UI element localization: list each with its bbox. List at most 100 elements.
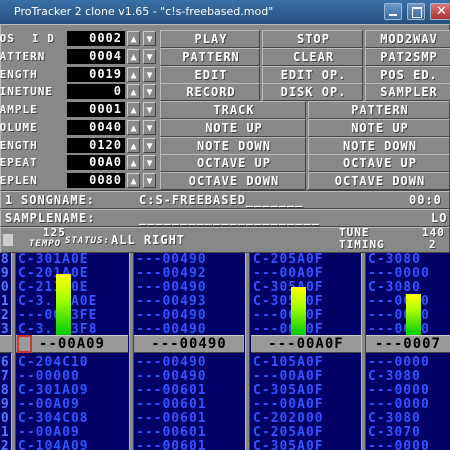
lo-label: LO [431, 211, 448, 225]
pattern-cell[interactable]: ---0000 [368, 356, 430, 370]
arrow-down-icon[interactable]: ▼ [143, 31, 156, 46]
arrow-down-icon[interactable]: ▼ [143, 155, 156, 170]
pattern-cell[interactable]: ---00493 [136, 295, 207, 309]
main-button[interactable]: CLEAR [262, 48, 363, 66]
arrow-up-icon[interactable]: ▲ [127, 49, 140, 64]
pattern-cell[interactable]: ---00490 [136, 253, 207, 267]
pattern-cell[interactable]: C-205A0F [253, 426, 324, 440]
pattern-cell[interactable]: C-301A0E [18, 253, 89, 267]
main-button[interactable]: SAMPLER [365, 83, 450, 101]
arrow-up-icon[interactable]: ▲ [127, 102, 140, 117]
main-button[interactable]: EDIT [160, 66, 260, 84]
pattern-cell[interactable]: C-201A0E [18, 267, 89, 281]
pattern-cell[interactable]: C-202000 [253, 412, 324, 426]
pattern-op-button[interactable]: OCTAVE DOWN [308, 172, 450, 190]
pattern-cell[interactable]: C-305A0F [253, 281, 324, 295]
main-button[interactable]: PATTERN [160, 48, 260, 66]
pattern-cell[interactable]: ---00492 [136, 267, 207, 281]
row-number: 41 [0, 425, 10, 440]
pattern-cell[interactable]: ---00601 [136, 440, 207, 450]
pattern-cell[interactable]: C-301A09 [18, 384, 89, 398]
arrow-down-icon[interactable]: ▼ [143, 138, 156, 153]
arrow-down-icon[interactable]: ▼ [143, 84, 156, 99]
pattern-cell[interactable]: ---00A0F [253, 370, 324, 384]
arrow-down-icon[interactable]: ▼ [143, 102, 156, 117]
pattern-cell[interactable]: --00A09 [18, 398, 80, 412]
main-button[interactable]: MOD2WAV [365, 30, 450, 48]
left-row-value: 0120 [67, 138, 125, 153]
pattern-cell[interactable]: ---00A0F [253, 398, 324, 412]
pattern-cell[interactable]: ---0000 [368, 440, 430, 450]
pattern-cell[interactable]: --00000 [18, 370, 80, 384]
cursor-row-ch2[interactable]: ---00490 [134, 335, 244, 353]
pattern-cell[interactable]: --00A09 [18, 426, 80, 440]
arrow-down-icon[interactable]: ▼ [143, 173, 156, 188]
pattern-cell[interactable]: C-204C10 [18, 356, 89, 370]
pattern-op-button[interactable]: NOTE UP [308, 119, 450, 137]
songname-value[interactable]: C:S-FREEBASED_______ [139, 192, 304, 208]
main-button[interactable]: POS ED. [365, 66, 450, 84]
arrow-up-icon[interactable]: ▲ [127, 120, 140, 135]
arrow-down-icon[interactable]: ▼ [143, 67, 156, 82]
track-op-button[interactable]: NOTE UP [160, 119, 306, 137]
arrow-up-icon[interactable]: ▲ [127, 138, 140, 153]
pattern-cell[interactable]: C-305A0F [253, 440, 324, 450]
track-op-button[interactable]: NOTE DOWN [160, 137, 306, 155]
pattern-cell[interactable]: C-3080 [368, 370, 421, 384]
pattern-cell[interactable]: ---00A0F [253, 267, 324, 281]
arrow-up-icon[interactable]: ▲ [127, 155, 140, 170]
arrow-down-icon[interactable]: ▼ [143, 120, 156, 135]
pattern-cell[interactable]: C-3080 [368, 253, 421, 267]
pattern-cell[interactable]: C-305A0F [253, 384, 324, 398]
pattern-cell[interactable]: ---0000 [368, 384, 430, 398]
pattern-cell[interactable]: ---0000 [368, 267, 430, 281]
pattern-cell[interactable]: C-304C08 [18, 412, 89, 426]
channel-separator [245, 253, 250, 450]
pattern-cell[interactable]: C-104A09 [18, 440, 89, 450]
pattern-cell[interactable]: ---00601 [136, 384, 207, 398]
cursor-row-ch1[interactable]: --00A09 [16, 335, 128, 353]
pattern-cell[interactable]: ---00490 [136, 281, 207, 295]
pattern-op-label: OCTAVE UP [342, 156, 418, 170]
pattern-cell[interactable]: C-205A0F [253, 253, 324, 267]
cursor-row-ch4[interactable]: ---0007 [366, 335, 450, 353]
arrow-down-icon[interactable]: ▼ [143, 49, 156, 64]
pattern-cell[interactable]: ---00A0F [253, 309, 324, 323]
pattern-op-button[interactable]: OCTAVE UP [308, 154, 450, 172]
pattern-cell[interactable]: ---00601 [136, 426, 207, 440]
pattern-cell[interactable]: C-211A0E [18, 281, 89, 295]
track-op-button[interactable]: OCTAVE DOWN [160, 172, 306, 190]
pattern-cell[interactable]: ---00490 [136, 356, 207, 370]
main-button[interactable]: DISK OP. [262, 83, 363, 101]
arrow-up-icon[interactable]: ▲ [127, 173, 140, 188]
arrow-up-icon[interactable]: ▲ [127, 84, 140, 99]
pattern-op-button[interactable]: NOTE DOWN [308, 137, 450, 155]
pattern-cell[interactable]: C-105A0F [253, 356, 324, 370]
samplename-value[interactable]: ______________________ [139, 210, 320, 226]
main-button[interactable]: RECORD [160, 83, 260, 101]
cursor-row-ch3[interactable]: ---00A0F [251, 335, 361, 353]
pattern-cell[interactable]: C-3080 [368, 281, 421, 295]
minimize-button[interactable] [384, 3, 402, 20]
left-row-label: SAMPLE [0, 103, 38, 116]
arrow-up-icon[interactable]: ▲ [127, 67, 140, 82]
pattern-cell[interactable]: ---0000 [368, 398, 430, 412]
main-button[interactable]: EDIT OP. [262, 66, 363, 84]
pattern-cell[interactable]: ---00490 [136, 309, 207, 323]
left-row-label: FINETUNE [0, 85, 53, 98]
maximize-button[interactable] [407, 3, 425, 20]
main-button[interactable]: PLAY [160, 30, 260, 48]
arrow-up-icon[interactable]: ▲ [127, 31, 140, 46]
track-op-button[interactable]: OCTAVE UP [160, 154, 306, 172]
close-button[interactable]: ✕ [430, 3, 450, 20]
pattern-cell[interactable]: C-305A0F [253, 295, 324, 309]
main-button[interactable]: STOP [262, 30, 363, 48]
pattern-cell[interactable]: C-3080 [368, 412, 421, 426]
pattern-cell[interactable]: ---00601 [136, 398, 207, 412]
tempo-arrow-icon[interactable] [3, 234, 13, 246]
pattern-cell[interactable]: ---00601 [136, 412, 207, 426]
tempo-label: TEMPO [29, 239, 62, 249]
main-button[interactable]: PAT2SMP [365, 48, 450, 66]
pattern-cell[interactable]: C-3070 [368, 426, 421, 440]
pattern-cell[interactable]: ---00490 [136, 370, 207, 384]
